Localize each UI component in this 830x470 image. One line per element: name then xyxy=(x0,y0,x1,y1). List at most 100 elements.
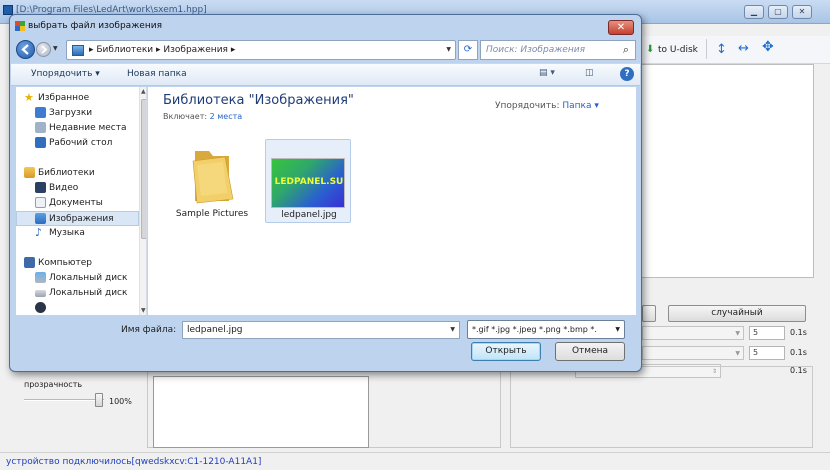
nav-recent-places[interactable]: Недавние места xyxy=(16,121,139,136)
computer-icon xyxy=(24,257,35,268)
nav-libraries-label: Библиотеки xyxy=(38,168,95,178)
help-icon[interactable]: ? xyxy=(620,67,634,81)
history-dropdown-icon[interactable]: ▼ xyxy=(53,45,58,52)
nav-local-disk-2-label: Локальный диск xyxy=(49,288,128,298)
nav-video-label: Видео xyxy=(49,183,79,193)
refresh-button[interactable]: ⟳ xyxy=(458,40,478,60)
unit-label-1: 0.1s xyxy=(790,328,807,337)
horizontal-resize-icon[interactable]: ↔ xyxy=(738,41,749,56)
effect-combo-2[interactable]: ▼ xyxy=(642,346,744,360)
transparency-slider-thumb[interactable] xyxy=(95,393,103,407)
nav-pictures[interactable]: Изображения xyxy=(16,211,139,226)
cancel-button[interactable]: Отмена xyxy=(555,342,625,361)
minimize-button[interactable]: ▁ xyxy=(744,5,764,19)
libraries-icon xyxy=(24,167,35,178)
open-button[interactable]: Открыть xyxy=(471,342,541,361)
navigation-bar: ▼ ▸ Библиотеки ▸ Изображения ▸ ▼ ⟳ Поиск… xyxy=(14,39,637,61)
filename-dropdown-icon[interactable]: ▼ xyxy=(450,326,455,333)
transparency-slider-track[interactable] xyxy=(24,399,104,401)
transparency-panel: прозрачность 100% xyxy=(12,366,148,446)
file-type-filter[interactable]: *.gif *.jpg *.jpeg *.png *.bmp *. ▼ xyxy=(467,320,625,339)
file-open-dialog: выбрать файл изображения ✕ ▼ ▸ Библиотек… xyxy=(9,14,642,372)
nav-downloads-label: Загрузки xyxy=(49,108,93,118)
nav-scroll-thumb[interactable] xyxy=(141,99,146,239)
image-thumbnail: LEDPANEL.SU xyxy=(271,158,345,208)
nav-video[interactable]: Видео xyxy=(16,181,139,196)
search-input[interactable]: Поиск: Изображения ⌕ xyxy=(480,40,636,60)
view-options-icon[interactable]: ▤ ▾ xyxy=(539,68,555,78)
address-dropdown-icon[interactable]: ▼ xyxy=(446,46,451,53)
scroll-down-icon[interactable]: ▼ xyxy=(141,307,146,314)
address-bar[interactable]: ▸ Библиотеки ▸ Изображения ▸ ▼ xyxy=(66,40,456,60)
transparency-value: 100% xyxy=(109,397,132,406)
command-bar: Упорядочить ▾ Новая папка ▤ ▾ ◫ ? xyxy=(11,63,640,86)
breadcrumb[interactable]: ▸ Библиотеки ▸ Изображения ▸ xyxy=(89,45,235,55)
includes-link[interactable]: 2 места xyxy=(210,112,243,121)
move-icon[interactable]: ✥ xyxy=(762,39,774,55)
transparency-label: прозрачность xyxy=(24,380,83,389)
dialog-close-button[interactable]: ✕ xyxy=(608,20,634,35)
file-item-image[interactable]: LEDPANEL.SU ledpanel.jpg xyxy=(265,139,351,223)
scroll-up-icon[interactable]: ▲ xyxy=(141,88,146,95)
file-item-image-label: ledpanel.jpg xyxy=(281,210,337,220)
dialog-title: выбрать файл изображения xyxy=(28,21,162,31)
library-title: Библиотека "Изображения" xyxy=(163,93,354,108)
effect-combo-1[interactable]: ▼ xyxy=(642,326,744,340)
nav-recent-places-label: Недавние места xyxy=(49,123,127,133)
file-item-folder[interactable]: Sample Pictures xyxy=(169,139,255,223)
close-button[interactable]: ✕ xyxy=(792,5,812,19)
u-disk-button[interactable]: to U-disk xyxy=(658,45,698,55)
new-folder-button[interactable]: Новая папка xyxy=(127,69,187,79)
library-includes: Включает: 2 места xyxy=(163,112,242,121)
nav-computer-label: Компьютер xyxy=(38,258,92,268)
nav-downloads[interactable]: Загрузки xyxy=(16,106,139,121)
speed-spinner-1[interactable]: 5 xyxy=(749,326,785,340)
file-list-pane[interactable]: Библиотека "Изображения" Включает: 2 мес… xyxy=(148,87,636,315)
nav-music[interactable]: ♪ Музыка xyxy=(16,226,139,241)
vertical-resize-icon[interactable]: ↕ xyxy=(716,42,727,57)
back-button[interactable] xyxy=(16,40,35,59)
nav-favorites[interactable]: ★ Избранное xyxy=(16,91,139,106)
background-toolbar: ⬇ to U-disk ↕ ↔ ✥ xyxy=(640,36,830,64)
settings-group xyxy=(510,366,813,448)
nav-desktop[interactable]: Рабочий стол xyxy=(16,136,139,151)
downloads-icon xyxy=(35,107,46,118)
search-icon[interactable]: ⌕ xyxy=(623,43,629,57)
drive-icon xyxy=(35,290,46,297)
random-button[interactable]: случайный xyxy=(668,305,806,322)
filename-label: Имя файла: xyxy=(121,325,177,335)
toolbar-separator xyxy=(706,39,707,59)
library-icon xyxy=(72,45,84,56)
nav-computer[interactable]: Компьютер xyxy=(16,256,139,271)
filename-input[interactable]: ledpanel.jpg ▼ xyxy=(182,321,460,339)
refresh-icon: ⟳ xyxy=(463,44,473,55)
usb-icon: ⬇ xyxy=(646,44,655,55)
filter-dropdown-icon[interactable]: ▼ xyxy=(615,326,620,333)
background-canvas[interactable] xyxy=(640,64,814,278)
navigation-pane: ★ Избранное Загрузки Недавние места Рабо… xyxy=(16,87,147,315)
speed-spinner-2-value: 5 xyxy=(753,348,759,357)
preview-pane-icon[interactable]: ◫ xyxy=(585,68,594,78)
organize-button[interactable]: Упорядочить ▾ xyxy=(31,69,100,79)
status-text: устройство подключилось[qwedskxcv:C1-121… xyxy=(6,457,262,467)
filename-value: ledpanel.jpg xyxy=(187,325,243,335)
nav-documents[interactable]: Документы xyxy=(16,196,139,211)
nav-scrollbar[interactable]: ▲ ▼ xyxy=(139,87,146,315)
speed-spinner-2[interactable]: 5 xyxy=(749,346,785,360)
file-type-filter-value: *.gif *.jpg *.jpeg *.png *.bmp *. xyxy=(472,325,597,334)
documents-icon xyxy=(35,197,46,208)
star-icon: ★ xyxy=(24,91,34,104)
nav-libraries[interactable]: Библиотеки xyxy=(16,166,139,181)
arrange-dropdown[interactable]: Папка ▾ xyxy=(562,101,599,111)
forward-button[interactable] xyxy=(36,42,51,57)
forward-arrow-icon xyxy=(41,45,48,54)
nav-dvd-drive[interactable] xyxy=(16,301,139,315)
nav-local-disk-1[interactable]: Локальный диск xyxy=(16,271,139,286)
back-arrow-icon xyxy=(21,44,29,55)
maximize-button[interactable]: ▢ xyxy=(768,5,788,19)
nav-local-disk-2[interactable]: Локальный диск xyxy=(16,286,139,301)
background-button-partial[interactable] xyxy=(642,305,656,322)
music-icon: ♪ xyxy=(35,226,43,239)
dialog-app-icon xyxy=(15,21,25,31)
app-icon xyxy=(3,5,13,15)
